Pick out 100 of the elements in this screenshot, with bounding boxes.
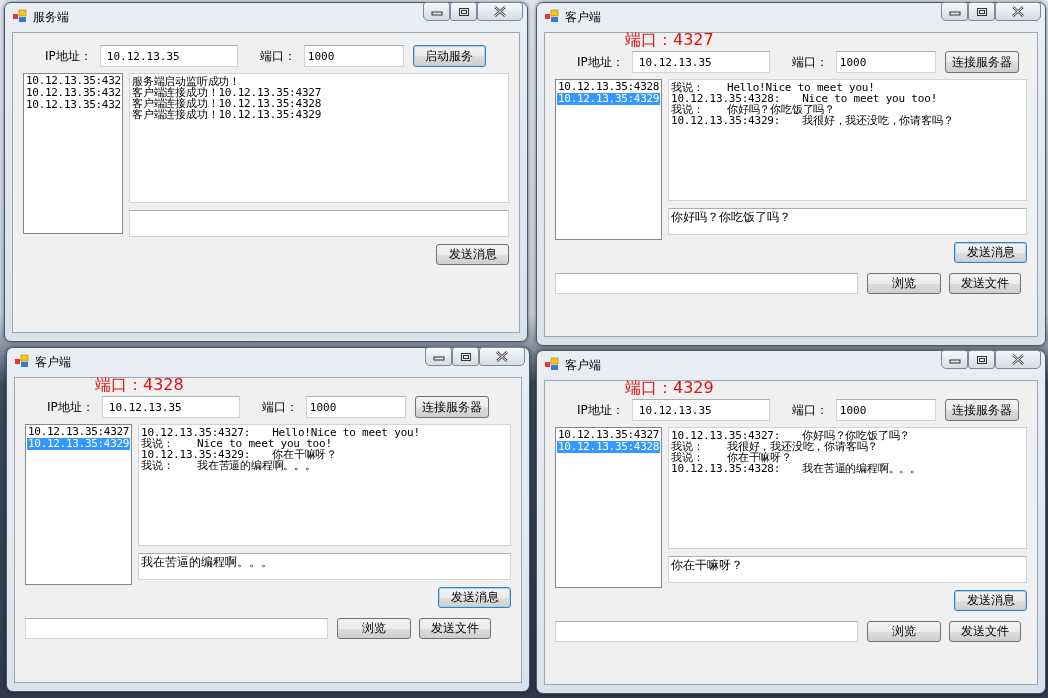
message-text: Hello!Nice to meet you! — [272, 426, 420, 439]
message-field[interactable]: 你在干嘛呀？ — [668, 556, 1027, 583]
message-text: 你在干嘛呀？ — [727, 451, 792, 464]
list-item[interactable]: 10.12.13.35:432 — [25, 99, 121, 111]
message-sender: 我说： — [671, 104, 704, 115]
ip-label: IP地址： — [577, 401, 624, 419]
list-item[interactable]: 10.12.13.35:432 — [25, 87, 121, 99]
message-text: 我很好，我还没吃，你请客吗？ — [727, 440, 879, 453]
close-button[interactable] — [479, 347, 525, 366]
message-text: Hello!Nice to meet you! — [727, 81, 875, 94]
maximize-icon — [457, 6, 470, 17]
send-message-button[interactable]: 发送消息 — [438, 587, 511, 608]
connect-button[interactable]: 连接服务器 — [944, 399, 1019, 421]
client-list[interactable]: 10.12.13.35:4327 10.12.13.35:4329 — [25, 424, 132, 585]
port-label: 端口： — [791, 53, 828, 71]
ip-field[interactable]: 10.12.13.35 — [99, 45, 238, 67]
send-file-button[interactable]: 发送文件 — [419, 618, 491, 639]
file-path-field[interactable] — [25, 618, 328, 639]
maximize-button[interactable] — [968, 350, 995, 369]
browse-button[interactable]: 浏览 — [867, 273, 941, 294]
app-icon — [545, 357, 559, 371]
maximize-icon — [975, 354, 988, 365]
port-note: 端口：4327 — [625, 31, 715, 49]
port-note: 端口：4329 — [625, 379, 715, 397]
ip-field[interactable]: 10.12.13.35 — [631, 51, 770, 73]
send-message-button[interactable]: 发送消息 — [954, 590, 1027, 611]
client-list[interactable]: 10.12.13.35:4327 10.12.13.35:4328 — [555, 427, 662, 588]
list-item[interactable]: 10.12.13.35:4327 — [27, 426, 130, 438]
message-sender: 10.12.13.35:4329: — [671, 115, 781, 126]
log-line: 客户端连接成功！10.12.13.35:4328 — [132, 98, 323, 109]
message-sender: 我说： — [671, 452, 704, 463]
port-label: 端口： — [259, 47, 296, 65]
file-path-field[interactable] — [555, 621, 858, 642]
message-text: 我在苦逼的编程啊。。。 — [197, 459, 316, 472]
send-file-button[interactable]: 发送文件 — [949, 621, 1021, 642]
app-icon — [545, 9, 559, 23]
message-sender: 我说： — [141, 438, 174, 449]
ip-label: IP地址： — [47, 398, 94, 416]
ip-label: IP地址： — [577, 53, 624, 71]
ip-field[interactable]: 10.12.13.35 — [101, 396, 240, 418]
maximize-icon — [975, 6, 988, 17]
close-icon — [493, 6, 507, 17]
browse-button[interactable]: 浏览 — [867, 621, 941, 642]
port-field[interactable]: 1000 — [835, 399, 936, 421]
list-item[interactable]: 10.12.13.35:4328 — [557, 81, 660, 93]
close-icon — [1011, 6, 1025, 17]
send-file-button[interactable]: 发送文件 — [949, 273, 1021, 294]
client-list[interactable]: 10.12.13.35:432 10.12.13.35:432 10.12.13.35:432 — [23, 73, 123, 234]
message-sender: 10.12.13.35:4329: — [141, 449, 251, 460]
port-field[interactable]: 1000 — [835, 51, 936, 73]
port-field[interactable]: 1000 — [305, 396, 406, 418]
start-button[interactable]: 启动服务 — [412, 45, 486, 67]
maximize-button[interactable] — [450, 2, 477, 21]
close-icon — [495, 351, 509, 362]
ip-label: IP地址： — [45, 47, 92, 65]
ip-field[interactable]: 10.12.13.35 — [631, 399, 770, 421]
app-icon — [15, 354, 29, 368]
maximize-icon — [459, 351, 472, 362]
port-label: 端口： — [791, 401, 828, 419]
message-sender: 我说： — [671, 82, 704, 93]
close-button[interactable] — [995, 350, 1041, 369]
close-icon — [1011, 354, 1025, 365]
list-item[interactable]: 10.12.13.35:4327 — [557, 429, 660, 441]
message-field[interactable]: 你好吗？你吃饭了吗？ — [668, 208, 1027, 235]
list-item[interactable]: 10.12.13.35:432 — [25, 75, 121, 87]
message-sender: 10.12.13.35:4327: — [141, 427, 251, 438]
window-title: 客户端 — [35, 354, 71, 371]
client-list[interactable]: 10.12.13.35:4328 10.12.13.35:4329 — [555, 79, 662, 240]
connect-button[interactable]: 连接服务器 — [414, 396, 489, 418]
maximize-button[interactable] — [452, 347, 479, 366]
port-field[interactable]: 1000 — [303, 45, 404, 67]
message-sender: 10.12.13.35:4328: — [671, 93, 781, 104]
log-line: 服务端启动监听成功！ — [132, 76, 241, 87]
message-text: 你好吗？你吃饭了吗？ — [802, 429, 911, 442]
message-text: 我在苦逼的编程啊。。。 — [802, 462, 921, 475]
message-field[interactable] — [129, 210, 509, 237]
window-title: 服务端 — [33, 9, 69, 26]
send-message-button[interactable]: 发送消息 — [954, 242, 1027, 263]
message-sender: 我说： — [671, 441, 705, 452]
maximize-button[interactable] — [968, 2, 995, 21]
file-path-field[interactable] — [555, 273, 858, 294]
port-note: 端口：4328 — [95, 376, 185, 394]
close-button[interactable] — [477, 2, 523, 21]
app-icon — [13, 9, 27, 23]
message-sender: 10.12.13.35:4328: — [671, 463, 781, 474]
message-text: Nice to meet you too! — [197, 437, 332, 450]
message-field[interactable]: 我在苦逼的编程啊。。。 — [138, 553, 511, 580]
port-label: 端口： — [261, 398, 298, 416]
log-line: 客户端连接成功！10.12.13.35:4327 — [132, 87, 323, 98]
close-button[interactable] — [995, 2, 1041, 21]
window-title: 客户端 — [565, 357, 601, 374]
message-sender: 我说： — [141, 460, 175, 471]
connect-button[interactable]: 连接服务器 — [944, 51, 1019, 73]
message-text: 我很好，我还没吃，你请客吗？ — [802, 114, 954, 127]
message-text: 你在干嘛呀？ — [272, 448, 337, 461]
send-message-button[interactable]: 发送消息 — [436, 244, 509, 265]
window-title: 客户端 — [565, 9, 601, 26]
browse-button[interactable]: 浏览 — [337, 618, 411, 639]
message-sender: 10.12.13.35:4327: — [671, 430, 781, 441]
log-line: 客户端连接成功！10.12.13.35:4329 — [132, 109, 323, 120]
